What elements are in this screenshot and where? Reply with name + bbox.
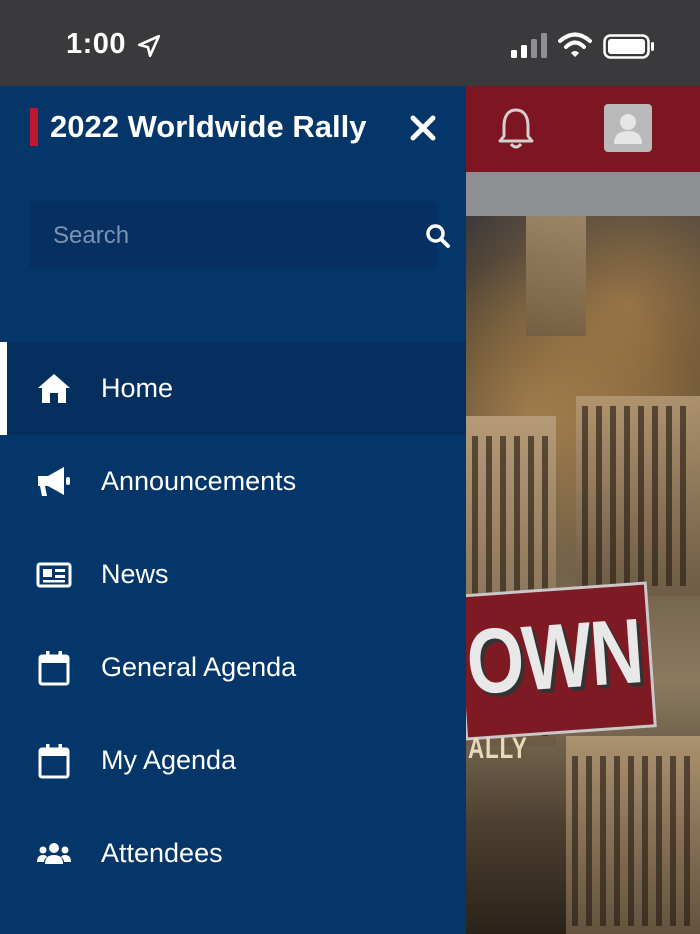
- home-icon: [38, 374, 70, 403]
- calendar-icon: [38, 651, 70, 686]
- menu-label: Announcements: [101, 466, 297, 496]
- navigation-drawer: 2022 Worldwide Rally Home Announcements: [0, 86, 466, 934]
- search-input[interactable]: [51, 201, 395, 271]
- drawer-title: 2022 Worldwide Rally: [50, 109, 367, 144]
- banner-text: OWN: [466, 600, 646, 715]
- avatar[interactable]: [604, 104, 652, 152]
- menu-label: Home: [101, 373, 174, 403]
- app-header: [466, 86, 700, 172]
- menu-item-my-agenda[interactable]: My Agenda: [0, 714, 466, 807]
- header-divider: [466, 172, 700, 216]
- search-box: [29, 201, 450, 271]
- menu-item-attendees[interactable]: Attendees: [0, 807, 466, 900]
- wifi-icon: [558, 32, 592, 57]
- title-accent-bar: [30, 108, 38, 146]
- menu-item-home[interactable]: Home: [0, 342, 466, 435]
- user-icon: [614, 114, 642, 144]
- menu-label: My Agenda: [101, 745, 237, 775]
- location-arrow-icon: [137, 34, 161, 58]
- megaphone-icon: [38, 467, 70, 496]
- cellular-signal-icon: [511, 33, 547, 58]
- bell-icon[interactable]: [496, 106, 536, 150]
- menu-item-general-agenda[interactable]: General Agenda: [0, 621, 466, 714]
- hero-image: OWN ALLY: [466, 216, 700, 934]
- rally-text: ALLY: [468, 732, 528, 765]
- hero-banner: OWN: [466, 581, 657, 741]
- menu-item-news[interactable]: News: [0, 528, 466, 621]
- close-icon[interactable]: [406, 111, 440, 145]
- background-app: OWN ALLY: [466, 86, 700, 934]
- calendar-icon: [38, 744, 70, 779]
- menu-label: Attendees: [101, 838, 223, 868]
- battery-icon: [603, 34, 654, 59]
- newspaper-icon: [36, 562, 72, 588]
- menu-label: General Agenda: [101, 652, 297, 682]
- drawer-menu: Home Announcements News General Agenda M…: [0, 342, 466, 900]
- menu-label: News: [101, 559, 169, 589]
- users-icon: [37, 843, 71, 864]
- menu-item-announcements[interactable]: Announcements: [0, 435, 466, 528]
- drawer-header: 2022 Worldwide Rally: [0, 86, 466, 172]
- status-time: 1:00: [66, 28, 127, 60]
- search-icon[interactable]: [425, 223, 451, 249]
- status-bar: 1:00: [0, 0, 700, 86]
